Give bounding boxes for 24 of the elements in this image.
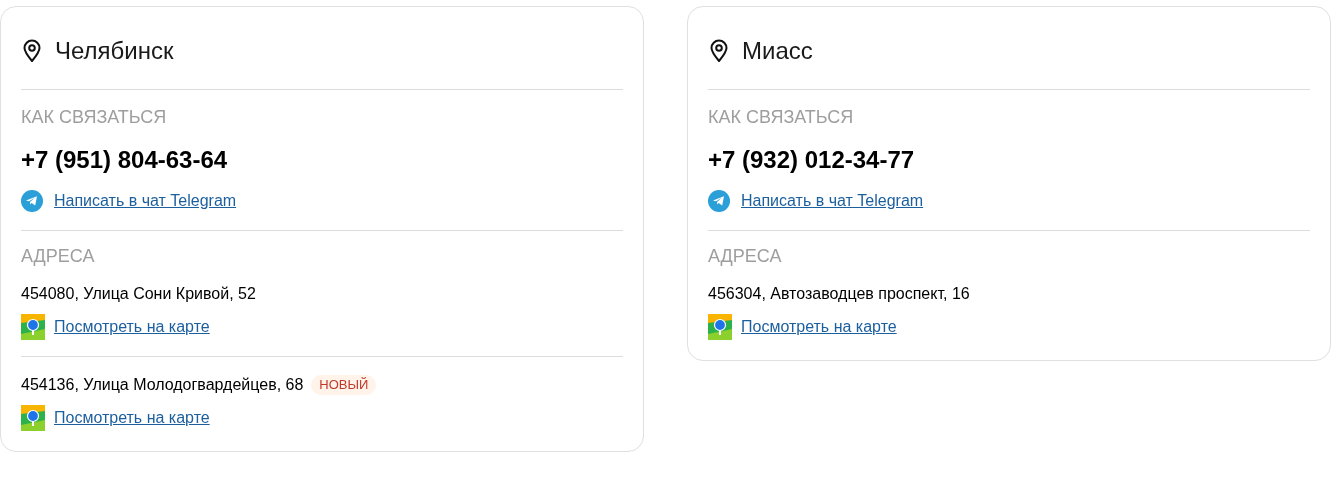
new-badge: НОВЫЙ: [311, 375, 377, 395]
phone-number: +7 (932) 012-34-77: [708, 146, 916, 174]
section-heading: АДРЕСА: [21, 245, 96, 267]
address-text: 456304, Автозаводцев проспект, 16: [708, 284, 970, 304]
telegram-icon: [708, 190, 730, 212]
address-text: 454080, Улица Сони Кривой, 52: [21, 284, 256, 304]
map-icon: [21, 405, 45, 431]
city-title: Челябинск: [55, 36, 174, 66]
location-pin-icon: [21, 39, 43, 63]
city-title: Миасс: [742, 36, 813, 66]
section-heading: КАК СВЯЗАТЬСЯ: [21, 106, 168, 128]
map-link[interactable]: Посмотреть на карте: [54, 406, 210, 430]
location-pin-icon: [708, 39, 730, 63]
phone-number: +7 (951) 804-63-64: [21, 146, 229, 174]
telegram-link[interactable]: Написать в чат Telegram: [741, 189, 924, 213]
address-text: 454136, Улица Молодогвардейцев, 68: [21, 375, 304, 395]
telegram-link[interactable]: Написать в чат Telegram: [54, 189, 237, 213]
map-icon: [708, 314, 732, 340]
telegram-icon: [21, 190, 43, 212]
map-link[interactable]: Посмотреть на карте: [741, 315, 897, 339]
map-link[interactable]: Посмотреть на карте: [54, 315, 210, 339]
section-heading: КАК СВЯЗАТЬСЯ: [708, 106, 855, 128]
map-icon: [21, 314, 45, 340]
section-heading: АДРЕСА: [708, 245, 783, 267]
